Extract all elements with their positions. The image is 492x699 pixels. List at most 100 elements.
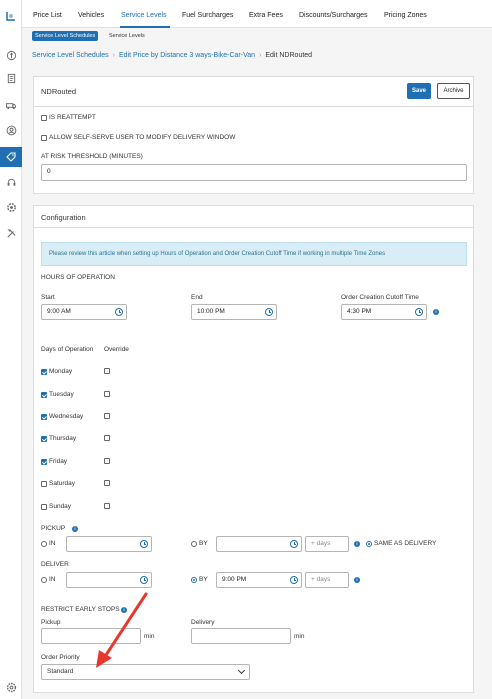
- clock-icon[interactable]: [415, 308, 423, 316]
- same-as-delivery-radio[interactable]: [366, 540, 372, 547]
- deliver-in-radio[interactable]: [41, 576, 47, 583]
- override-checkbox[interactable]: [104, 458, 110, 464]
- info-icon[interactable]: i: [433, 309, 439, 315]
- override-checkbox[interactable]: [104, 480, 110, 486]
- day-row-saturday[interactable]: Saturday: [41, 480, 75, 487]
- info-text-rest: when setting up Hours of Operation and O…: [116, 251, 386, 257]
- day-row-tuesday[interactable]: Tuesday: [41, 391, 74, 398]
- logo-icon[interactable]: [3, 8, 19, 24]
- gear-face-icon[interactable]: [3, 199, 19, 215]
- day-checkbox[interactable]: [41, 391, 47, 398]
- day-row-wednesday[interactable]: Wednesday: [41, 413, 83, 420]
- clock-icon[interactable]: [140, 540, 148, 548]
- self-serve-row[interactable]: ALLOW SELF-SERVE USER TO MODIFY DELIVERY…: [41, 134, 235, 141]
- price-icon[interactable]: [3, 47, 19, 63]
- user-circle-icon[interactable]: [3, 122, 19, 138]
- day-checkbox[interactable]: [41, 413, 47, 420]
- tab-pricing-zones[interactable]: Pricing Zones: [384, 12, 427, 19]
- subtab-service-levels[interactable]: Service Levels: [106, 31, 148, 41]
- day-label: Sunday: [49, 503, 72, 510]
- settings-icon[interactable]: [3, 679, 19, 695]
- tab-price-list[interactable]: Price List: [33, 12, 62, 19]
- override-checkbox[interactable]: [104, 391, 110, 397]
- deliver-by-option[interactable]: BY: [191, 576, 208, 583]
- pickup-in-radio[interactable]: [41, 540, 47, 547]
- pickup-by-label: BY: [199, 540, 208, 547]
- clock-icon[interactable]: [265, 308, 273, 316]
- pickup-in-label: IN: [49, 540, 56, 547]
- pickup-by-radio[interactable]: [191, 540, 197, 547]
- day-row-monday[interactable]: Monday: [41, 368, 72, 375]
- pickup-by-option[interactable]: BY: [191, 540, 208, 547]
- save-button[interactable]: Save: [407, 83, 431, 99]
- tab-service-levels[interactable]: Service Levels: [121, 12, 167, 19]
- clock-icon[interactable]: [290, 576, 298, 584]
- info-icon[interactable]: i: [354, 541, 360, 547]
- subtab-service-level-schedules[interactable]: Service Level Schedules: [32, 31, 99, 41]
- order-priority-select[interactable]: Standard: [41, 664, 250, 680]
- pickup-min-input[interactable]: [41, 628, 141, 644]
- panel-header: NDRouted Save Archive: [34, 77, 473, 107]
- tag-icon[interactable]: [0, 147, 22, 167]
- clock-icon[interactable]: [115, 308, 123, 316]
- reattempt-label: IS REATTEMPT: [49, 114, 96, 121]
- document-icon[interactable]: [3, 70, 19, 86]
- deliver-by-input[interactable]: 9:00 PM: [216, 572, 302, 588]
- pickup-sub-label: Pickup: [41, 619, 61, 626]
- deliver-by-radio[interactable]: [191, 576, 197, 583]
- cutoff-time-input[interactable]: 4:30 PM: [341, 304, 427, 320]
- headset-icon[interactable]: [3, 174, 19, 190]
- day-label: Saturday: [49, 480, 76, 487]
- pickup-in-input[interactable]: [66, 536, 152, 552]
- info-icon[interactable]: i: [354, 577, 360, 583]
- archive-button[interactable]: Archive: [437, 83, 470, 99]
- day-row-sunday[interactable]: Sunday: [41, 503, 71, 510]
- clock-icon[interactable]: [290, 540, 298, 548]
- pickup-in-option[interactable]: IN: [41, 540, 56, 547]
- breadcrumb-schedules[interactable]: Service Level Schedules: [32, 52, 109, 59]
- day-label: Monday: [49, 368, 73, 375]
- start-label: Start: [41, 294, 55, 301]
- override-checkbox[interactable]: [104, 368, 110, 374]
- pickup-days-input[interactable]: + days: [305, 536, 349, 552]
- day-checkbox[interactable]: [41, 503, 47, 510]
- day-checkbox[interactable]: [41, 458, 47, 465]
- day-checkbox[interactable]: [41, 368, 47, 375]
- deliver-in-input[interactable]: [66, 572, 152, 588]
- deliver-by-label: BY: [199, 576, 208, 583]
- deliver-in-option[interactable]: IN: [41, 576, 56, 583]
- risk-threshold-input[interactable]: 0: [41, 164, 467, 181]
- sidebar: [0, 0, 22, 699]
- end-time-input[interactable]: 10:00 PM: [191, 304, 277, 320]
- info-icon[interactable]: i: [72, 526, 78, 532]
- override-checkbox[interactable]: [104, 503, 110, 509]
- tab-discounts-surcharges[interactable]: Discounts/Surcharges: [299, 12, 367, 19]
- override-checkbox[interactable]: [104, 435, 110, 441]
- reattempt-row[interactable]: IS REATTEMPT: [41, 114, 96, 121]
- days-of-operation-header: Days of Operation: [41, 346, 94, 353]
- override-checkbox[interactable]: [104, 413, 110, 419]
- day-row-thursday[interactable]: Thursday: [41, 435, 76, 442]
- clock-icon[interactable]: [140, 576, 148, 584]
- delivery-min-input[interactable]: [191, 628, 291, 644]
- breadcrumb-current: Edit NDRouted: [265, 52, 313, 59]
- reattempt-checkbox[interactable]: [41, 114, 47, 121]
- day-checkbox[interactable]: [41, 480, 47, 487]
- deliver-in-label: IN: [49, 576, 56, 583]
- day-label: Tuesday: [49, 391, 74, 398]
- same-as-delivery-option[interactable]: SAME AS DELIVERY: [366, 540, 436, 547]
- pickup-by-input[interactable]: [216, 536, 302, 552]
- tab-vehicles[interactable]: Vehicles: [78, 12, 104, 19]
- tools-icon[interactable]: [3, 225, 19, 241]
- article-link[interactable]: article: [99, 251, 115, 257]
- breadcrumb-edit-price[interactable]: Edit Price by Distance 3 ways-Bike-Car-V…: [119, 52, 255, 59]
- day-checkbox[interactable]: [41, 435, 47, 442]
- self-serve-checkbox[interactable]: [41, 134, 47, 141]
- truck-icon[interactable]: [3, 97, 19, 113]
- info-icon[interactable]: i: [121, 607, 127, 613]
- tab-fuel-surcharges[interactable]: Fuel Surcharges: [182, 12, 233, 19]
- day-row-friday[interactable]: Friday: [41, 458, 67, 465]
- start-time-input[interactable]: 9:00 AM: [41, 304, 127, 320]
- tab-extra-fees[interactable]: Extra Fees: [249, 12, 283, 19]
- deliver-days-input[interactable]: + days: [305, 572, 349, 588]
